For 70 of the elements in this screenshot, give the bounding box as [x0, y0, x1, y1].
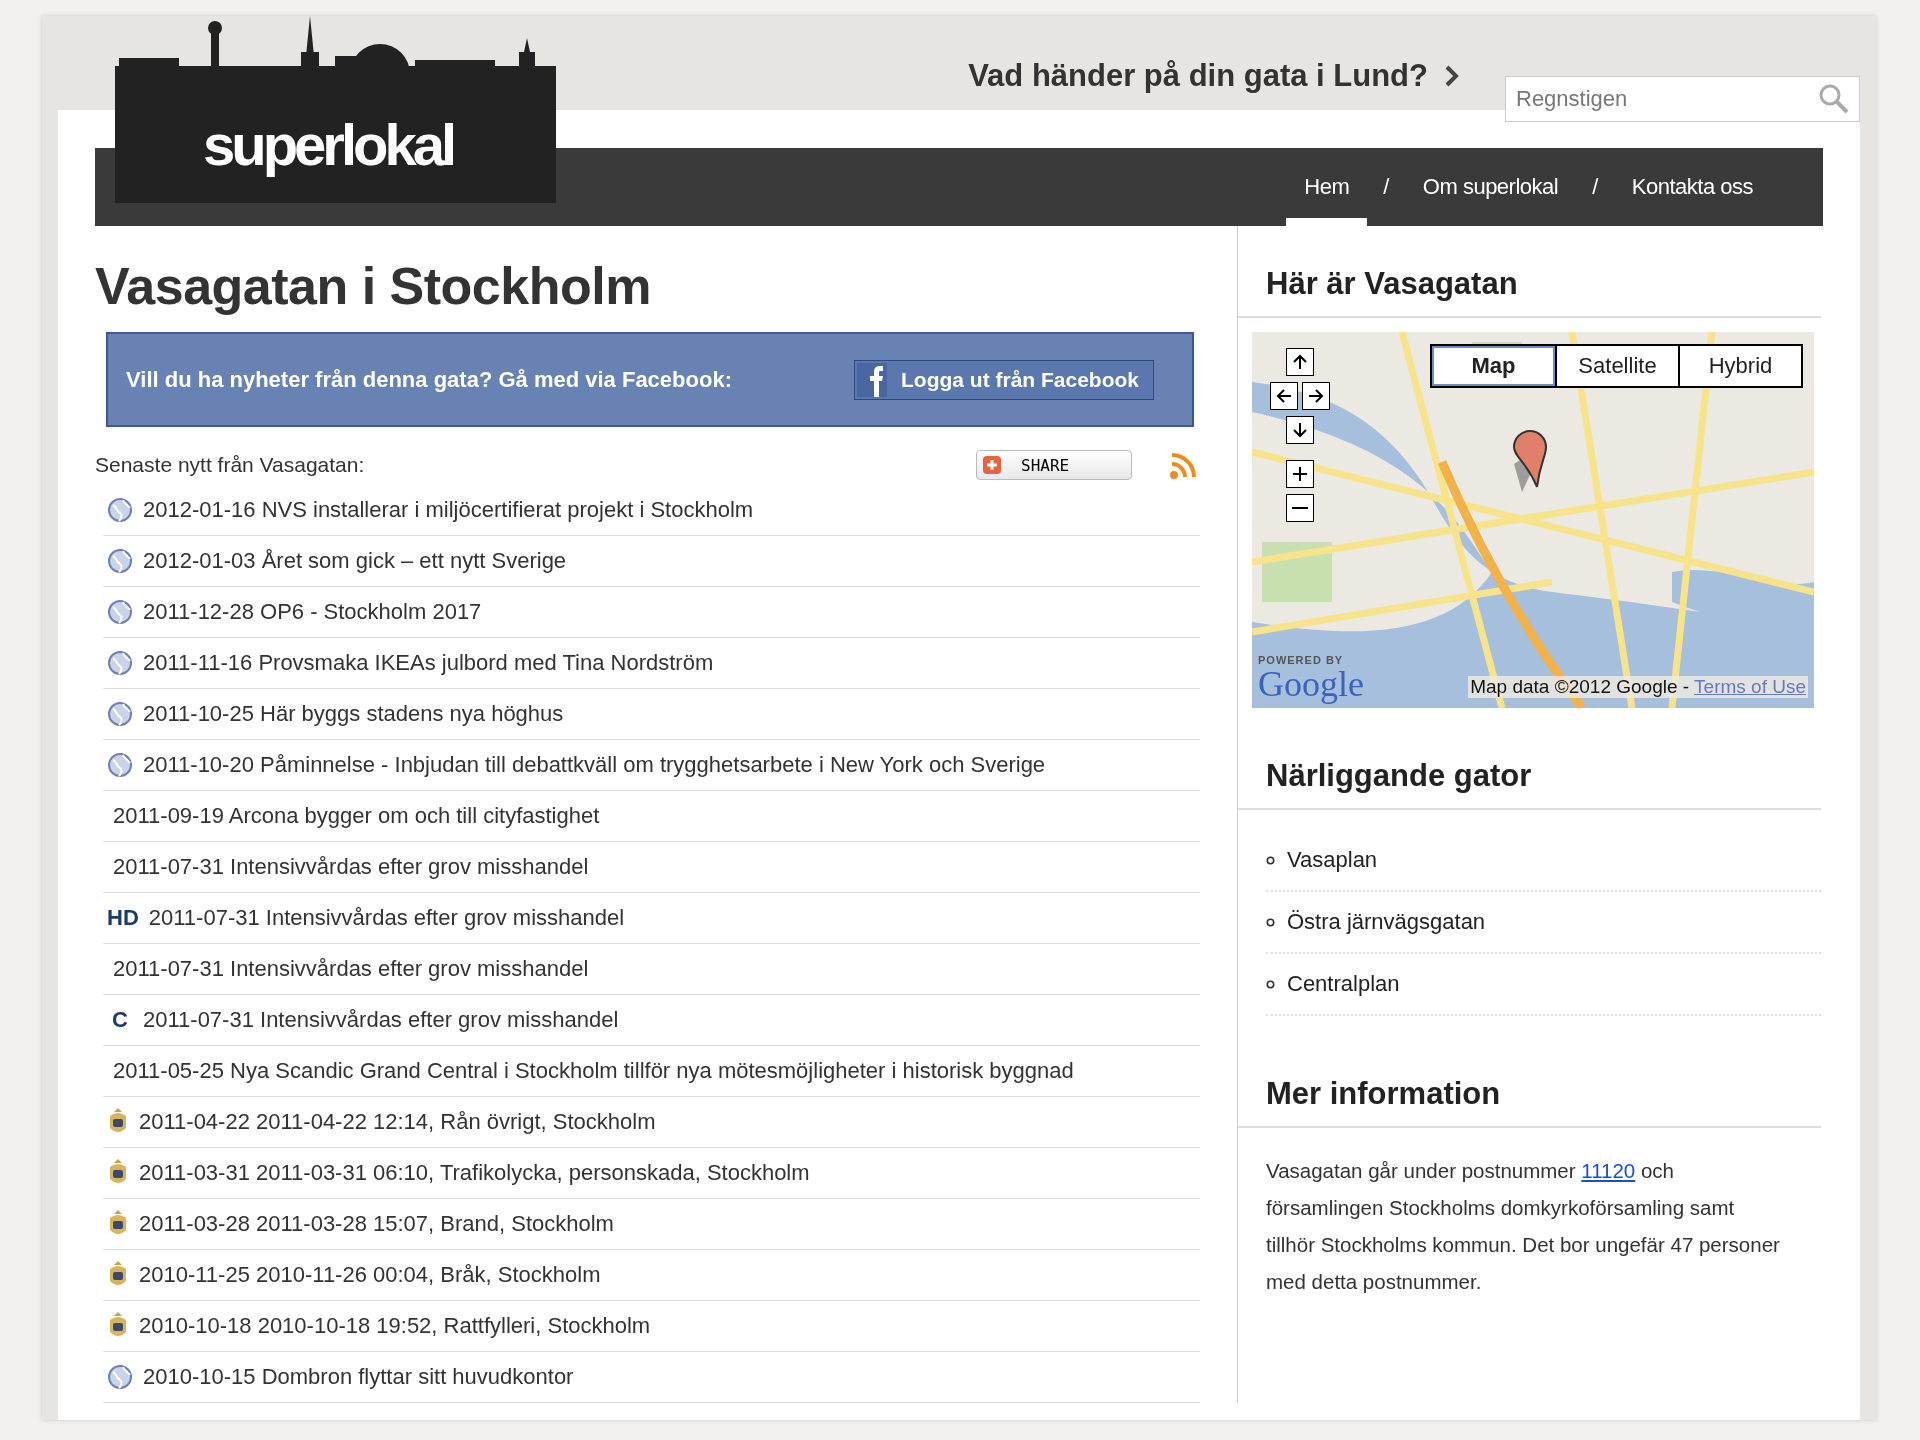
source-logo: HD	[107, 904, 139, 932]
globe-icon	[107, 701, 133, 727]
facebook-prompt: Vill du ha nyheter från denna gata? Gå med via Facebook:	[126, 366, 732, 393]
map-attribution: Map data ©2012 Google -	[1470, 676, 1691, 697]
google-logo: Google	[1258, 666, 1364, 702]
news-link[interactable]: 2011-09-19 Arcona bygger om och till cityfastighet	[107, 803, 600, 829]
search-icon	[1818, 83, 1850, 115]
globe-icon	[107, 497, 133, 523]
pan-up-button[interactable]	[1286, 348, 1314, 376]
street-link[interactable]: Vasaplan	[1287, 847, 1378, 873]
street-link[interactable]: Östra järnvägsgatan	[1287, 909, 1486, 935]
headline-link[interactable]: Vad händer på din gata i Lund?	[968, 58, 1460, 94]
news-link[interactable]: 2011-07-31 Intensivvårdas efter grov misshandel	[148, 905, 625, 931]
globe-icon	[107, 1364, 133, 1390]
news-link[interactable]: 2011-12-28 OP6 - Stockholm 2017	[143, 599, 482, 625]
globe-icon	[107, 752, 133, 778]
nav-link[interactable]: Hem	[1286, 148, 1368, 226]
news-link[interactable]: 2011-07-31 Intensivvårdas efter grov misshandel	[107, 956, 589, 982]
plus-icon	[983, 456, 1001, 474]
news-link[interactable]: 2011-04-22 2011-04-22 12:14, Rån övrigt, Stockholm	[139, 1109, 656, 1135]
bullet-icon	[1266, 855, 1275, 865]
news-link[interactable]: 2011-05-25 Nya Scandic Grand Central i Stockholm tillför nya mötesmöjligheter i historisk byggnad	[107, 1058, 1074, 1084]
globe-icon	[107, 650, 133, 676]
news-link[interactable]: 2011-07-31 Intensivvårdas efter grov misshandel	[143, 1007, 619, 1033]
bullet-icon	[1266, 917, 1275, 927]
news-link[interactable]: 2011-10-20 Påminnelse - Inbjudan till debattkväll om trygghetsarbete i New York och Sverige	[143, 752, 1046, 778]
facebook-icon	[857, 362, 887, 397]
page-title: Vasagatan i Stockholm	[95, 256, 652, 316]
zoom-out-button[interactable]	[1286, 494, 1314, 522]
news-link[interactable]: 2011-03-31 2011-03-31 06:10, Trafikolycka, personskada, Stockholm	[139, 1160, 810, 1186]
news-link[interactable]: 2010-11-25 2010-11-26 00:04, Bråk, Stockholm	[139, 1262, 601, 1288]
bullet-icon	[1266, 979, 1275, 989]
chevron-icon	[1444, 64, 1460, 88]
news-link[interactable]: 2011-11-16 Provsmaka IKEAs julbord med Tina Nordström	[143, 650, 714, 676]
powered-by-label: POWERED BY	[1258, 654, 1345, 666]
globe-icon	[107, 548, 133, 574]
section-heading: Närliggande gator	[1238, 758, 1821, 810]
section-heading: Mer information	[1238, 1076, 1821, 1128]
nav-link[interactable]: Om superlokal	[1404, 148, 1577, 226]
arrow-right-icon	[1307, 387, 1325, 405]
section-heading: Här är Vasagatan	[1238, 266, 1821, 318]
news-link[interactable]: 2011-10-25 Här byggs stadens nya höghus	[143, 701, 564, 727]
pan-down-button[interactable]	[1286, 416, 1314, 444]
globe-icon	[107, 599, 133, 625]
zoom-in-button[interactable]	[1286, 460, 1314, 488]
share-button[interactable]: SHARE	[976, 450, 1132, 480]
arrow-up-icon	[1291, 353, 1309, 371]
news-link[interactable]: 2011-07-31 Intensivvårdas efter grov misshandel	[107, 854, 589, 880]
map-type-button[interactable]: Map	[1432, 346, 1555, 386]
news-link[interactable]: 2012-01-03 Året som gick – ett nytt Sverige	[143, 548, 567, 574]
nav-separator: /	[1383, 173, 1389, 201]
news-heading: Senaste nytt från Vasagatan:	[95, 453, 366, 477]
nav-separator: /	[1592, 173, 1598, 201]
arrow-down-icon	[1291, 421, 1309, 439]
postcode-link[interactable]: 11120	[1581, 1159, 1636, 1182]
pan-right-button[interactable]	[1302, 382, 1330, 410]
street-link[interactable]: Centralplan	[1287, 971, 1400, 997]
facebook-logout-button[interactable]: Logga ut från Facebook	[854, 359, 1154, 400]
plus-icon	[1291, 465, 1309, 483]
search-field[interactable]: Regnstigen	[1505, 76, 1860, 122]
minus-icon	[1292, 507, 1308, 509]
news-link[interactable]: 2012-01-16 NVS installerar i miljöcertifierat projekt i Stockholm	[143, 497, 754, 523]
news-link[interactable]: 2010-10-15 Dombron flyttar sitt huvudkontor	[143, 1364, 574, 1390]
news-link[interactable]: 2010-10-18 2010-10-18 19:52, Rattfylleri, Stockholm	[139, 1313, 651, 1339]
pan-left-button[interactable]	[1270, 382, 1298, 410]
nav-link[interactable]: Kontakta oss	[1613, 148, 1771, 226]
news-link[interactable]: 2011-03-28 2011-03-28 15:07, Brand, Stockholm	[139, 1211, 614, 1237]
arrow-left-icon	[1275, 387, 1293, 405]
source-logo: C	[111, 1006, 129, 1034]
info-paragraph: Vasagatan går under postnummer 11120 och församlingen Stockholms domkyrkoförsamling samt tillhör Stockholms kommun. Det bor ungefär 47 personer med detta postnummer.	[1265, 1158, 1781, 1295]
